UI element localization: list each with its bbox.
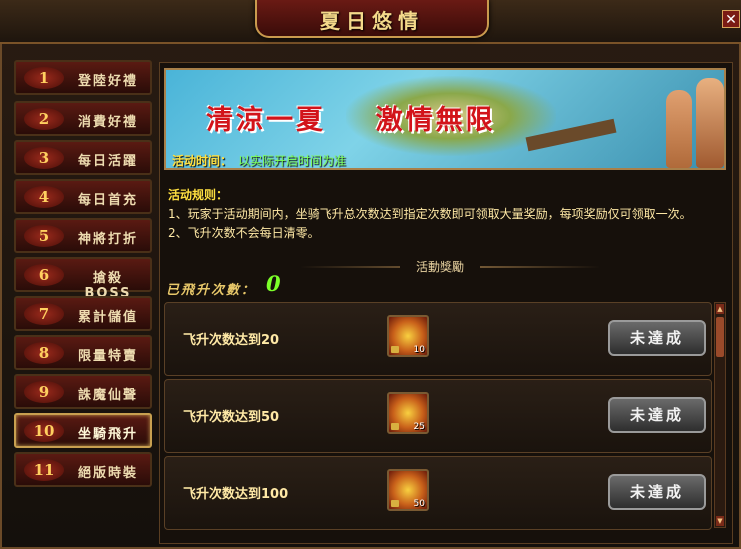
reward-quantity: 25: [413, 422, 425, 432]
lock-icon: [391, 423, 399, 430]
rules-line-1: 1、玩家于活动期间内，坐骑飞升总次数达到指定次数即可领取大量奖励，每项奖励仅可领…: [168, 207, 692, 221]
rules-line-2: 2、飞升次数不会每日清零。: [168, 226, 320, 240]
sidebar-item-number: 2: [24, 108, 64, 130]
close-button[interactable]: ✕: [722, 10, 740, 28]
sidebar-item-general-discount[interactable]: 5 神將打折: [14, 218, 152, 253]
ascension-count-value: 0: [266, 271, 281, 296]
reward-scrollbar[interactable]: ▲ ▼: [714, 302, 726, 528]
sidebar-item-number: 11: [24, 459, 64, 481]
gold-medal-icon[interactable]: 25: [387, 392, 429, 434]
reward-condition: 飞升次数达到20: [183, 333, 280, 348]
sidebar-item-number: 6: [24, 264, 64, 286]
claim-status-button[interactable]: 未達成: [608, 397, 706, 433]
sidebar-item-number: 7: [24, 303, 64, 325]
sidebar-item-demon-slayer[interactable]: 9 誅魔仙聲: [14, 374, 152, 409]
character-male-illustration: [696, 78, 724, 168]
sidebar-item-label: 絕版時裝: [77, 466, 138, 481]
reward-row: 飞升次数达到100 50 未達成: [164, 456, 712, 530]
sidebar-item-total-deposit[interactable]: 7 累計儲值: [14, 296, 152, 331]
gold-medal-icon[interactable]: 50: [387, 469, 429, 511]
scroll-thumb[interactable]: [716, 317, 724, 357]
sidebar-item-number: 8: [24, 342, 64, 364]
sidebar-item-label: 每日活躍: [77, 154, 138, 169]
sidebar-item-number: 5: [24, 225, 64, 247]
sidebar-item-mount-ascension[interactable]: 10 坐騎飛升: [14, 413, 152, 448]
ascension-count-label: 已飛升次數：: [166, 283, 257, 298]
sidebar-item-limited-sale[interactable]: 8 限量特賣: [14, 335, 152, 370]
sidebar-item-spend-gift[interactable]: 2 消費好禮: [14, 101, 152, 136]
event-time-value: 以实际开启时间为准: [238, 154, 347, 168]
reward-condition: 飞升次数达到100: [183, 487, 289, 502]
event-time-label: 活动时间：: [172, 154, 233, 168]
reward-row: 飞升次数达到20 10 未達成: [164, 302, 712, 376]
sidebar-item-daily-active[interactable]: 3 每日活躍: [14, 140, 152, 175]
sidebar-item-label: 累計儲值: [77, 310, 138, 325]
title-plate: 夏日悠情: [255, 0, 489, 38]
claim-status-button[interactable]: 未達成: [608, 320, 706, 356]
reward-row: 飞升次数达到50 25 未達成: [164, 379, 712, 453]
lock-icon: [391, 500, 399, 507]
sidebar-item-label: 神將打折: [77, 232, 138, 247]
scroll-down-icon[interactable]: ▼: [716, 516, 724, 526]
sidebar-item-label: 誅魔仙聲: [77, 388, 138, 403]
character-female-illustration: [666, 90, 692, 168]
event-rules: 活动规则： 1、玩家于活动期间内，坐骑飞升总次数达到指定次数即可领取大量奖励，每…: [168, 186, 720, 243]
window-title: 夏日悠情: [320, 9, 424, 33]
event-banner: 清涼一夏 激情無限 活动时间： 以实际开启时间为准: [164, 68, 726, 170]
scroll-up-icon[interactable]: ▲: [716, 304, 724, 314]
banner-slogan: 清涼一夏 激情無限: [206, 105, 496, 136]
gold-medal-icon[interactable]: 10: [387, 315, 429, 357]
sidebar-item-number: 3: [24, 147, 64, 169]
section-title: 活動獎勵: [400, 258, 480, 275]
sidebar-item-label: 限量特賣: [77, 349, 138, 364]
lock-icon: [391, 346, 399, 353]
sidebar-item-number: 1: [24, 67, 64, 89]
sidebar-item-login-gift[interactable]: 1 登陸好禮: [14, 60, 152, 95]
sidebar-item-boss-kill[interactable]: 6 搶殺BOSS: [14, 257, 152, 301]
sidebar-item-daily-first-recharge[interactable]: 4 每日首充: [14, 179, 152, 214]
reward-condition: 飞升次数达到50: [183, 410, 280, 425]
sidebar-item-label: 每日首充: [77, 193, 138, 208]
sidebar-item-number: 10: [24, 420, 64, 442]
reward-quantity: 50: [413, 499, 425, 509]
claim-status-button[interactable]: 未達成: [608, 474, 706, 510]
reward-quantity: 10: [413, 345, 425, 355]
sidebar-item-number: 4: [24, 186, 64, 208]
sidebar-item-label: 登陸好禮: [77, 74, 138, 89]
sidebar-item-label: 消費好禮: [77, 115, 138, 130]
rules-title: 活动规则：: [168, 188, 229, 202]
sidebar-item-label: 坐騎飛升: [77, 427, 138, 442]
sidebar-item-exclusive-fashion[interactable]: 11 絕版時裝: [14, 452, 152, 487]
sidebar-item-number: 9: [24, 381, 64, 403]
